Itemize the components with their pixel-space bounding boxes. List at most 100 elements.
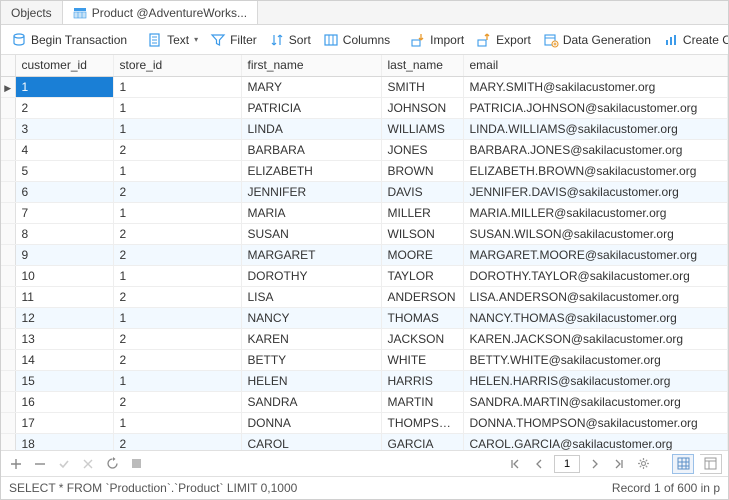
cell[interactable]: 10 (15, 265, 113, 286)
cell[interactable]: 1 (113, 265, 241, 286)
filter-button[interactable]: Filter (206, 29, 263, 51)
table-row[interactable]: 62JENNIFERDAVISJENNIFER.DAVIS@sakilacust… (1, 181, 728, 202)
cell[interactable]: JOHNSON (381, 97, 463, 118)
row-header[interactable] (1, 97, 15, 118)
table-row[interactable]: 31LINDAWILLIAMSLINDA.WILLIAMS@sakilacust… (1, 118, 728, 139)
row-header[interactable] (1, 349, 15, 370)
cell[interactable]: CAROL (241, 433, 381, 451)
data-generation-button[interactable]: Data Generation (539, 29, 657, 51)
grid-view-button[interactable] (672, 454, 694, 474)
row-header[interactable] (1, 391, 15, 412)
cell[interactable]: 15 (15, 370, 113, 391)
add-row-button[interactable] (7, 455, 25, 473)
table-row[interactable]: 92MARGARETMOOREMARGARET.MOORE@sakilacust… (1, 244, 728, 265)
table-row[interactable]: 82SUSANWILSONSUSAN.WILSON@sakilacustomer… (1, 223, 728, 244)
tab-objects[interactable]: Objects (1, 1, 63, 24)
cell[interactable]: 14 (15, 349, 113, 370)
stop-button[interactable] (127, 455, 145, 473)
cell[interactable]: SUSAN (241, 223, 381, 244)
cell[interactable]: 3 (15, 118, 113, 139)
cell[interactable]: SMITH (381, 76, 463, 97)
cell[interactable]: SANDRA (241, 391, 381, 412)
cell[interactable]: 1 (113, 307, 241, 328)
text-mode-button[interactable]: Text ▾ (143, 29, 204, 51)
cell[interactable]: DOROTHY (241, 265, 381, 286)
cell[interactable]: 9 (15, 244, 113, 265)
cell[interactable]: MARY (241, 76, 381, 97)
row-header[interactable] (1, 433, 15, 451)
cell[interactable]: NANCY (241, 307, 381, 328)
table-row[interactable]: 151HELENHARRISHELEN.HARRIS@sakilacustome… (1, 370, 728, 391)
cell[interactable]: MARGARET.MOORE@sakilacustomer.org (463, 244, 728, 265)
tab-product[interactable]: Product @AdventureWorks... (63, 1, 258, 24)
cell[interactable]: DONNA (241, 412, 381, 433)
cell[interactable]: CAROL.GARCIA@sakilacustomer.org (463, 433, 728, 451)
row-header[interactable] (1, 202, 15, 223)
table-row[interactable]: 51ELIZABETHBROWNELIZABETH.BROWN@sakilacu… (1, 160, 728, 181)
cell[interactable]: WHITE (381, 349, 463, 370)
next-page-button[interactable] (586, 455, 604, 473)
first-page-button[interactable] (506, 455, 524, 473)
cell[interactable]: ELIZABETH.BROWN@sakilacustomer.org (463, 160, 728, 181)
form-view-button[interactable] (700, 454, 722, 474)
apply-button[interactable] (55, 455, 73, 473)
cell[interactable]: 1 (113, 202, 241, 223)
cell[interactable]: KAREN.JACKSON@sakilacustomer.org (463, 328, 728, 349)
row-header[interactable] (1, 160, 15, 181)
cell[interactable]: MARTIN (381, 391, 463, 412)
cell[interactable]: 2 (15, 97, 113, 118)
cell[interactable]: BARBARA (241, 139, 381, 160)
cell[interactable]: HELEN (241, 370, 381, 391)
cell[interactable]: LISA (241, 286, 381, 307)
cell[interactable]: JENNIFER.DAVIS@sakilacustomer.org (463, 181, 728, 202)
cell[interactable]: 13 (15, 328, 113, 349)
cell[interactable]: 18 (15, 433, 113, 451)
cell[interactable]: 2 (113, 181, 241, 202)
cell[interactable]: 2 (113, 433, 241, 451)
cell[interactable]: DONNA.THOMPSON@sakilacustomer.org (463, 412, 728, 433)
cell[interactable]: NANCY.THOMAS@sakilacustomer.org (463, 307, 728, 328)
cell[interactable]: 1 (113, 76, 241, 97)
begin-transaction-button[interactable]: Begin Transaction (7, 29, 133, 51)
row-header[interactable] (1, 118, 15, 139)
cell[interactable]: 1 (113, 160, 241, 181)
cell[interactable]: 5 (15, 160, 113, 181)
row-header[interactable] (1, 244, 15, 265)
table-row[interactable]: 142BETTYWHITEBETTY.WHITE@sakilacustomer.… (1, 349, 728, 370)
cancel-button[interactable] (79, 455, 97, 473)
cell[interactable]: BETTY (241, 349, 381, 370)
cell[interactable]: WILLIAMS (381, 118, 463, 139)
row-header[interactable] (1, 307, 15, 328)
cell[interactable]: BARBARA.JONES@sakilacustomer.org (463, 139, 728, 160)
cell[interactable]: ANDERSON (381, 286, 463, 307)
cell[interactable]: HARRIS (381, 370, 463, 391)
cell[interactable]: JONES (381, 139, 463, 160)
row-header[interactable] (1, 223, 15, 244)
col-email[interactable]: email (463, 55, 728, 76)
row-header[interactable]: ▶ (1, 76, 15, 97)
import-button[interactable]: Import (406, 29, 470, 51)
row-header[interactable] (1, 139, 15, 160)
cell[interactable]: BROWN (381, 160, 463, 181)
cell[interactable]: LINDA (241, 118, 381, 139)
cell[interactable]: LISA.ANDERSON@sakilacustomer.org (463, 286, 728, 307)
cell[interactable]: 2 (113, 391, 241, 412)
cell[interactable]: JENNIFER (241, 181, 381, 202)
table-row[interactable]: ▶11MARYSMITHMARY.SMITH@sakilacustomer.or… (1, 76, 728, 97)
table-row[interactable]: 42BARBARAJONESBARBARA.JONES@sakilacustom… (1, 139, 728, 160)
columns-button[interactable]: Columns (319, 29, 396, 51)
page-input[interactable] (554, 455, 580, 473)
cell[interactable]: 2 (113, 349, 241, 370)
cell[interactable]: 17 (15, 412, 113, 433)
col-customer-id[interactable]: customer_id (15, 55, 113, 76)
table-row[interactable]: 162SANDRAMARTINSANDRA.MARTIN@sakilacusto… (1, 391, 728, 412)
cell[interactable]: HELEN.HARRIS@sakilacustomer.org (463, 370, 728, 391)
table-row[interactable]: 71MARIAMILLERMARIA.MILLER@sakilacustomer… (1, 202, 728, 223)
delete-row-button[interactable] (31, 455, 49, 473)
cell[interactable]: 4 (15, 139, 113, 160)
cell[interactable]: 1 (113, 97, 241, 118)
cell[interactable]: 8 (15, 223, 113, 244)
sort-button[interactable]: Sort (265, 29, 317, 51)
cell[interactable]: 1 (113, 118, 241, 139)
export-button[interactable]: Export (472, 29, 537, 51)
